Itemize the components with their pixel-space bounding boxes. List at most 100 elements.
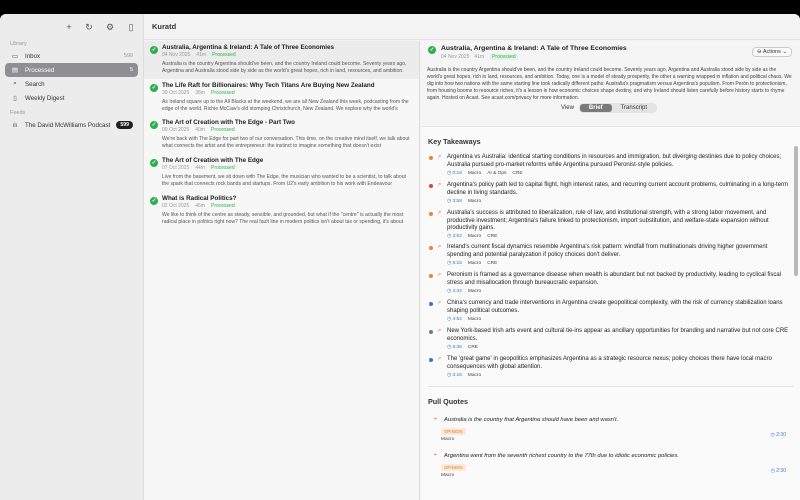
actions-menu-button[interactable]: ⊖ Actions ⌄	[751, 47, 792, 57]
quote-item[interactable]: ❝ Australia is the country that Argentina…	[421, 412, 800, 448]
takeaway-item[interactable]: ↗ Australia's success is attributed to li…	[421, 208, 800, 242]
takeaway-item[interactable]: ↗ Argentina's policy path led to capital …	[421, 180, 800, 208]
timestamp-text: 5:36	[452, 344, 462, 350]
status-badge: Processed	[212, 52, 236, 58]
takeaway-item[interactable]: ↗ Argentina vs Australia: identical start…	[421, 152, 800, 180]
quote-text: Argentina went from the seventh richest …	[444, 453, 679, 459]
takeaway-item[interactable]: ↗ Peronism is framed as a governance dise…	[421, 270, 800, 298]
episode-description: We're back with The Edge for part two of…	[162, 136, 410, 150]
timestamp-link[interactable]: ◷ 3:32	[447, 289, 462, 294]
list-item[interactable]: ✓ The Art of Creation with The Edge 07 O…	[144, 154, 419, 192]
detail-pane: ✓ Australia, Argentina & Ireland: A Tale…	[421, 41, 800, 500]
status-dot-icon	[429, 358, 433, 362]
list-item[interactable]: ✓ The Art of Creation with The Edge - Pa…	[144, 116, 419, 154]
tag-label: AI & Ops	[487, 170, 507, 176]
timestamp-link[interactable]: ◷ 5:15	[447, 261, 462, 266]
timestamp-link[interactable]: ◷ 2:30	[771, 432, 787, 438]
tag-label: Macro	[467, 372, 482, 378]
timestamp-link[interactable]: ◷ 4:52	[447, 317, 462, 322]
timestamp-text: 3:52	[452, 234, 462, 239]
episode-title: Australia, Argentina & Ireland: A Tale o…	[162, 44, 335, 51]
sidebar-item-search[interactable]: ⌕ Search	[5, 77, 138, 91]
checkmark-icon: ✓	[428, 46, 436, 54]
list-item[interactable]: ✓ What is Radical Politics? 02 Oct 2025 4…	[144, 192, 419, 230]
status-badge: Processed	[210, 165, 235, 172]
detail-header: ✓ Australia, Argentina & Ireland: A Tale…	[421, 41, 800, 127]
timestamp-link[interactable]: ◷ 2:30	[771, 468, 787, 474]
feeds-section-label: Feeds	[10, 110, 26, 116]
timestamp-link[interactable]: ◷ 3:52	[447, 234, 462, 239]
timestamp-link[interactable]: ◷ 0:18	[447, 171, 462, 176]
quote-icon: ❝	[434, 453, 437, 459]
episode-date: 02 Oct 2025	[162, 202, 190, 209]
inbox-icon: ▭	[11, 53, 19, 60]
timestamp-link[interactable]: ◷ 3:58	[447, 199, 462, 204]
episode-duration: 41m	[196, 52, 207, 58]
trend-arrow-icon: ↗	[437, 356, 442, 362]
search-icon: ⌕	[13, 80, 17, 87]
takeaway-text: The 'great game' in geopolitics emphasiz…	[447, 356, 772, 370]
episode-date: 07 Oct 2025	[162, 165, 190, 172]
list-item[interactable]: ✓ Australia, Argentina & Ireland: A Tale…	[144, 41, 419, 79]
refresh-icon[interactable]: ↻	[84, 22, 94, 32]
feed-count-badge: 599	[116, 121, 133, 129]
status-dot-icon	[429, 274, 433, 278]
status-dot-icon	[429, 212, 433, 216]
sidebar-item-label: Search	[25, 80, 45, 88]
trend-arrow-icon: ↗	[437, 154, 442, 160]
podcast-icon: ılı	[12, 121, 18, 129]
sidebar-item-weekly-digest[interactable]: ▯ Weekly Digest	[5, 91, 138, 105]
episode-description: Live from the basement, we sit down with…	[162, 174, 406, 188]
takeaway-item[interactable]: ↗ China's currency and trade intervention…	[421, 298, 800, 326]
episode-description: Australia is the country Argentina shoul…	[162, 61, 407, 74]
app-title: Kuratd	[152, 22, 177, 31]
sidebar-item-inbox[interactable]: ▭ Inbox 599	[5, 49, 138, 63]
tag-label: CRE	[487, 234, 498, 239]
settings-icon[interactable]: ⚙	[105, 22, 115, 32]
tag-label: Macro	[467, 260, 482, 266]
episode-duration: 44m	[195, 165, 205, 172]
takeaway-item[interactable]: ↗ Ireland's current fiscal dynamics resem…	[421, 242, 800, 270]
episode-date: 30 Oct 2025	[162, 89, 190, 96]
tag-label: CRE	[487, 260, 498, 266]
header: Kuratd	[144, 14, 800, 40]
sidebar-item-feed[interactable]: ılı The David McWilliams Podcast 599	[5, 118, 138, 132]
sidebar-toolbar: + ↻ ⚙ ▯	[0, 14, 143, 40]
quote-category: Macro	[441, 437, 455, 442]
trend-arrow-icon: ↗	[437, 328, 442, 334]
tab-brief[interactable]: Brief	[579, 104, 612, 112]
pull-quotes-heading: Pull Quotes	[428, 397, 468, 406]
checkmark-icon: ✓	[150, 121, 158, 130]
takeaway-text: New York-based Irish arts event and cult…	[447, 328, 789, 342]
quote-item[interactable]: ❝ Argentina went from the seventh richest…	[421, 448, 800, 484]
view-switcher: View Brief Transcript	[561, 103, 658, 113]
library-section-label: Library	[10, 41, 27, 47]
takeaway-item[interactable]: ↗ The 'great game' in geopolitics emphasi…	[421, 354, 800, 382]
status-badge: Processed	[489, 54, 519, 60]
trend-arrow-icon: ↗	[437, 244, 442, 250]
quote-icon: ❝	[434, 417, 437, 423]
timestamp-link[interactable]: ◷ 5:36	[447, 345, 462, 350]
timestamp-text: 3:58	[452, 198, 462, 204]
sidebar-item-count: 5	[129, 67, 133, 73]
checkmark-icon: ✓	[150, 196, 158, 205]
list-item[interactable]: ✓ The Life Raft for Billionaires: Why Te…	[144, 79, 419, 117]
status-dot-icon	[429, 302, 433, 306]
tag-label: Macro	[467, 198, 482, 204]
tab-transcript[interactable]: Transcript	[612, 104, 656, 112]
status-dot-icon	[429, 330, 433, 334]
takeaway-text: Argentina vs Australia: identical starti…	[447, 154, 782, 168]
warning-icon	[429, 184, 433, 188]
sidebar-item-processed[interactable]: ▤ Processed 5	[5, 63, 138, 77]
document-icon: ▯	[13, 95, 17, 102]
status-badge: Processed	[210, 127, 235, 134]
timestamp-link[interactable]: ◷ 3:16	[447, 373, 462, 378]
tag-label: CRE	[467, 344, 479, 350]
add-icon[interactable]: +	[64, 22, 74, 32]
opinion-badge: OPINION	[441, 464, 466, 471]
actions-label: Actions	[762, 49, 781, 55]
timestamp-text: 2:30	[776, 468, 786, 474]
checkmark-icon: ✓	[150, 46, 158, 54]
sidebar-toggle-icon[interactable]: ▯	[126, 22, 136, 32]
takeaway-item[interactable]: ↗ New York-based Irish arts event and cul…	[421, 326, 800, 354]
